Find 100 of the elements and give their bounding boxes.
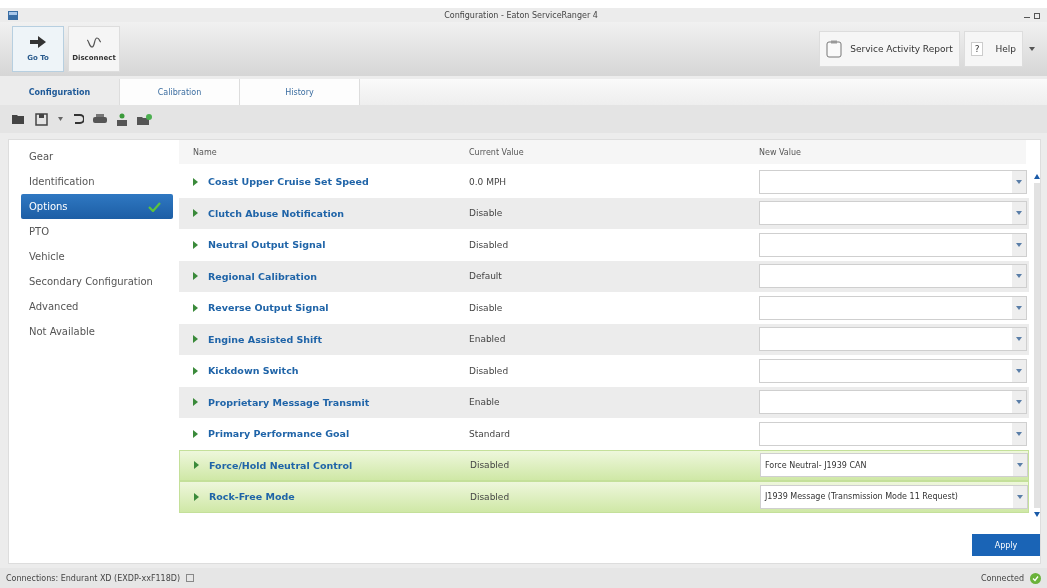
sidebar-item-label: Advanced [29, 301, 79, 312]
service-report-button[interactable]: Service Activity Report [819, 31, 960, 67]
connected-icon [1030, 572, 1041, 584]
table-row[interactable]: Proprietary Message Transmit Enable [179, 386, 1029, 418]
help-button[interactable]: ? Help [963, 31, 1023, 67]
connected-status: Connected [980, 573, 1024, 583]
expand-icon[interactable] [193, 366, 198, 375]
expand-icon[interactable] [193, 429, 198, 438]
dropdown-arrow-button[interactable] [1012, 170, 1026, 193]
dropdown-arrow-button[interactable] [1012, 202, 1026, 225]
expand-icon[interactable] [193, 398, 198, 407]
setting-name: Clutch Abuse Notification [208, 207, 344, 219]
expand-icon[interactable] [193, 177, 198, 186]
current-value: Disabled [470, 460, 511, 471]
dropdown-arrow-button[interactable] [1013, 485, 1027, 508]
current-value: Default [469, 271, 503, 282]
column-header: Name [192, 147, 218, 157]
expand-icon[interactable] [193, 335, 198, 344]
tab[interactable]: History [240, 79, 360, 105]
expand-icon[interactable] [193, 303, 198, 312]
undo-icon[interactable] [72, 113, 84, 125]
setting-name: Regional Calibration [208, 270, 317, 282]
sidebar-item-label: Gear [29, 151, 54, 162]
dropdown-arrow-button[interactable] [1012, 328, 1026, 351]
current-value: Enable [469, 397, 501, 408]
open-folder-icon[interactable] [12, 113, 26, 125]
dropdown-icon[interactable] [1029, 47, 1035, 51]
scroll-up-icon[interactable] [1033, 174, 1040, 179]
current-value: Disabled [470, 491, 511, 502]
table-row[interactable]: Rock-Free Mode Disabled J1939 Message (Transmission Mode 11 Request) [179, 481, 1029, 513]
wave-icon [86, 36, 102, 48]
caret-icon [1016, 305, 1022, 310]
dropdown-arrow-button[interactable] [1012, 359, 1026, 382]
table-row[interactable]: Clutch Abuse Notification Disable [179, 197, 1029, 229]
app-icon [8, 10, 18, 20]
restore-icon[interactable] [1034, 11, 1041, 19]
caret-icon [1017, 494, 1023, 499]
dropdown-icon[interactable] [58, 117, 63, 121]
expand-icon[interactable] [193, 240, 198, 249]
setting-name: Primary Performance Goal [208, 428, 350, 440]
connection-status: Connections: Endurant XD (EXDP-xxF118D) [6, 573, 181, 583]
table-row[interactable]: Reverse Output Signal Disable [179, 292, 1029, 324]
add-folder-icon[interactable] [137, 112, 153, 126]
dropdown-arrow-button[interactable] [1012, 265, 1026, 288]
sidebar-item[interactable]: Secondary Configuration [21, 269, 173, 294]
caret-icon [1016, 274, 1022, 279]
current-value: Disable [469, 208, 504, 219]
table-row[interactable]: Force/Hold Neutral Control Disabled Force Neutral- J1939 CAN [179, 449, 1029, 481]
current-value: Disabled [469, 365, 510, 376]
sidebar-item-label: Identification [29, 176, 95, 187]
person-icon[interactable] [116, 112, 128, 126]
caret-icon [1017, 463, 1023, 468]
sidebar-item[interactable]: Advanced [21, 294, 173, 319]
save-icon[interactable] [35, 112, 49, 126]
sidebar-item-label: Secondary Configuration [29, 276, 153, 287]
apply-button[interactable]: Apply [972, 534, 1040, 556]
sidebar-item[interactable]: PTO [21, 219, 173, 244]
dropdown-arrow-button[interactable] [1012, 233, 1026, 256]
scrollbar-thumb[interactable] [1033, 183, 1040, 508]
dropdown-arrow-button[interactable] [1012, 296, 1026, 319]
scroll-down-icon[interactable] [1033, 512, 1040, 517]
current-value: Enabled [469, 334, 507, 345]
sidebar-item-label: Vehicle [29, 251, 65, 262]
table-row[interactable]: Coast Upper Cruise Set Speed 0.0 MPH [179, 166, 1029, 198]
table-row[interactable]: Neutral Output Signal Disabled [179, 229, 1029, 261]
expand-icon[interactable] [193, 209, 198, 218]
sidebar-item[interactable]: Identification [21, 169, 173, 194]
sidebar-item[interactable]: Vehicle [21, 244, 173, 269]
help-label: Help [995, 44, 1016, 54]
sidebar-item[interactable]: Not Available [21, 319, 173, 344]
tab[interactable]: Configuration [0, 79, 120, 105]
help-icon: ? [970, 42, 984, 56]
sidebar-item-label: PTO [29, 226, 49, 237]
dropdown-arrow-button[interactable] [1012, 391, 1026, 414]
setting-name: Engine Assisted Shift [208, 333, 323, 345]
table-row[interactable]: Kickdown Switch Disabled [179, 355, 1029, 387]
dropdown-arrow-button[interactable] [1013, 454, 1027, 477]
column-header: New Value [758, 147, 802, 157]
dropdown-arrow-button[interactable] [1012, 422, 1026, 445]
window-title: Configuration - Eaton ServiceRanger 4 [444, 10, 598, 20]
table-row[interactable]: Engine Assisted Shift Enabled [179, 323, 1029, 355]
column-header: Current Value [469, 147, 525, 157]
print-icon[interactable] [93, 113, 107, 125]
table-row[interactable]: Regional Calibration Default [179, 260, 1029, 292]
expand-icon[interactable] [194, 492, 199, 501]
sidebar-item-label: Options [29, 201, 68, 212]
value-dropdown[interactable]: Force Neutral- J1939 CAN [760, 453, 1028, 478]
clipboard-icon [826, 40, 843, 58]
expand-icon[interactable] [194, 461, 199, 470]
caret-icon [1016, 242, 1022, 247]
expand-icon[interactable] [193, 272, 198, 281]
tab[interactable]: Calibration [120, 79, 240, 105]
sidebar-item[interactable]: Options [21, 194, 173, 219]
caret-icon [1016, 368, 1022, 373]
sidebar-item[interactable]: Gear [21, 144, 173, 169]
setting-name: Rock-Free Mode [209, 491, 295, 503]
sidebar-item-label: Not Available [29, 326, 95, 337]
current-value: Disable [469, 302, 504, 313]
table-row[interactable]: Primary Performance Goal Standard [179, 418, 1029, 450]
value-dropdown[interactable]: J1939 Message (Transmission Mode 11 Request) [760, 484, 1028, 509]
